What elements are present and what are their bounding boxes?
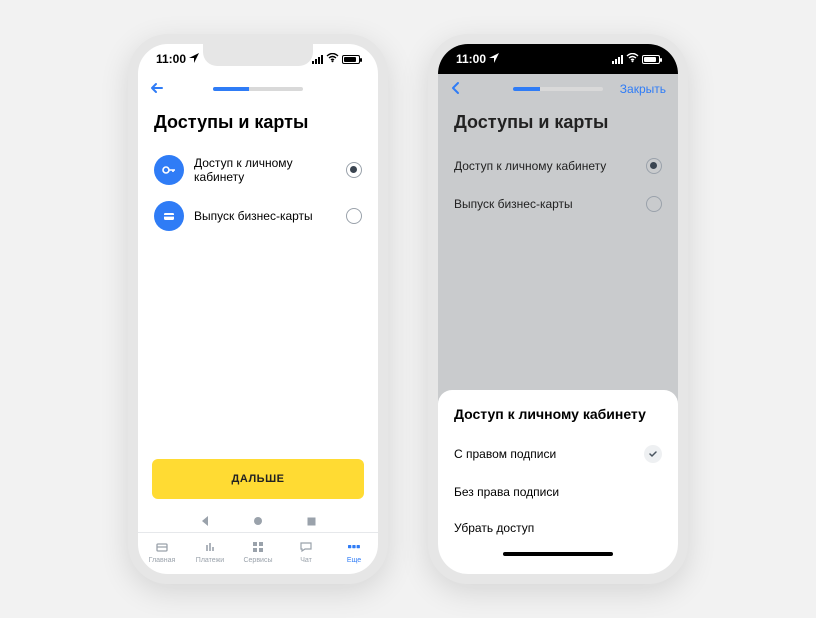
phone-mockup-right: 11:00 Закрыть Доступы и карты xyxy=(428,34,688,584)
nav-row xyxy=(138,74,378,104)
tab-services[interactable]: Сервисы xyxy=(234,539,282,564)
sheet-option-no-sign-rights[interactable]: Без права подписи xyxy=(454,474,662,510)
option-access-account[interactable]: Доступ к личному кабинету xyxy=(154,147,362,193)
tab-label: Платежи xyxy=(196,557,224,564)
tab-label: Чат xyxy=(300,557,312,564)
options-list: Доступ к личному кабинету Выпуск бизнес-… xyxy=(138,147,378,239)
radio-unselected[interactable] xyxy=(646,196,662,212)
nav-home-icon[interactable] xyxy=(252,515,264,530)
sheet-option-label: Без права подписи xyxy=(454,485,559,499)
cellular-icon xyxy=(312,55,323,64)
option-label: Доступ к личному кабинету xyxy=(194,156,336,184)
options-list: Доступ к личному кабинету Выпуск бизнес-… xyxy=(438,147,678,223)
check-icon xyxy=(644,445,662,463)
battery-icon xyxy=(342,55,360,64)
nav-recent-icon[interactable] xyxy=(306,516,317,530)
radio-unselected[interactable] xyxy=(346,208,362,224)
sheet-title: Доступ к личному кабинету xyxy=(454,406,662,422)
status-time: 11:00 xyxy=(156,52,186,66)
option-label: Выпуск бизнес-карты xyxy=(194,209,336,223)
nav-back-icon[interactable] xyxy=(199,515,211,530)
bottom-sheet: Доступ к личному кабинету С правом подпи… xyxy=(438,390,678,574)
tab-label: Сервисы xyxy=(243,557,272,564)
option-label: Выпуск бизнес-карты xyxy=(454,197,636,211)
sheet-option-sign-rights[interactable]: С правом подписи xyxy=(454,434,662,474)
more-icon xyxy=(346,539,362,555)
chat-icon xyxy=(298,539,314,555)
card-icon xyxy=(154,201,184,231)
location-icon xyxy=(489,52,499,66)
sheet-option-remove-access[interactable]: Убрать доступ xyxy=(454,510,662,546)
sheet-option-label: С правом подписи xyxy=(454,447,556,461)
tab-label: Главная xyxy=(149,557,176,564)
nav-row: Закрыть xyxy=(438,74,678,104)
tab-payments[interactable]: Платежи xyxy=(186,539,234,564)
sheet-option-label: Убрать доступ xyxy=(454,521,534,535)
notch xyxy=(503,44,613,66)
wifi-icon xyxy=(326,52,339,66)
status-time: 11:00 xyxy=(456,52,486,66)
option-issue-card[interactable]: Выпуск бизнес-карты xyxy=(154,193,362,239)
next-button[interactable]: ДАЛЬШЕ xyxy=(152,459,364,499)
tab-label: Еще xyxy=(347,557,361,564)
page-title: Доступы и карты xyxy=(438,104,678,147)
option-access-account[interactable]: Доступ к личному кабинету xyxy=(454,147,662,185)
home-icon xyxy=(154,539,170,555)
tab-chat[interactable]: Чат xyxy=(282,539,330,564)
dimmed-content: Закрыть Доступы и карты Доступ к личному… xyxy=(438,74,678,574)
radio-selected[interactable] xyxy=(646,158,662,174)
location-icon xyxy=(189,52,199,66)
progress-bar xyxy=(513,87,603,91)
tab-home[interactable]: Главная xyxy=(138,539,186,564)
option-issue-card[interactable]: Выпуск бизнес-карты xyxy=(454,185,662,223)
services-icon xyxy=(250,539,266,555)
android-nav-controls xyxy=(138,509,378,532)
key-icon xyxy=(154,155,184,185)
page-title: Доступы и карты xyxy=(138,104,378,147)
progress-bar xyxy=(213,87,303,91)
back-button[interactable] xyxy=(150,79,164,100)
phone-mockup-left: 11:00 Доступы и карты Доступ к личному к xyxy=(128,34,388,584)
battery-icon xyxy=(642,55,660,64)
option-label: Доступ к личному кабинету xyxy=(454,159,636,173)
notch xyxy=(203,44,313,66)
tab-bar: Главная Платежи Сервисы Чат Еще xyxy=(138,532,378,574)
home-indicator xyxy=(503,552,613,556)
tab-more[interactable]: Еще xyxy=(330,539,378,564)
cellular-icon xyxy=(612,55,623,64)
payments-icon xyxy=(202,539,218,555)
wifi-icon xyxy=(626,52,639,66)
back-button[interactable] xyxy=(450,79,462,100)
close-button[interactable]: Закрыть xyxy=(620,82,666,96)
radio-selected[interactable] xyxy=(346,162,362,178)
